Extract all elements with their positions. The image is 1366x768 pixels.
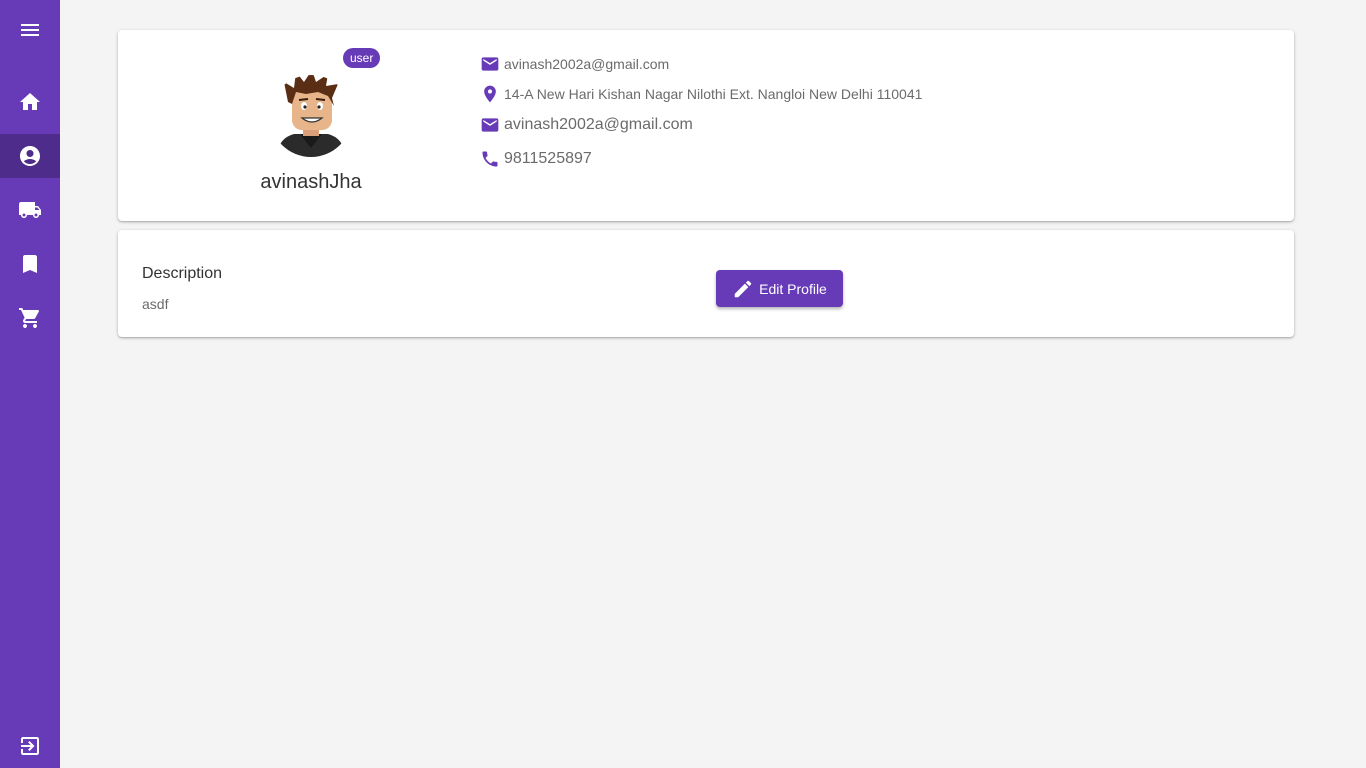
phone-icon — [482, 151, 498, 167]
logout-button[interactable] — [0, 724, 60, 768]
phone-text: 9811525897 — [504, 150, 592, 167]
description-text: asdf — [142, 296, 169, 312]
username: avinashJha — [260, 171, 362, 193]
sidebar-item-delivery[interactable] — [0, 188, 60, 232]
avatar — [270, 75, 352, 157]
sidebar-item-home[interactable] — [0, 80, 60, 124]
phone-row: 9811525897 — [480, 149, 592, 169]
email-icon — [481, 57, 499, 71]
email-row: avinash2002a@gmail.com — [480, 54, 669, 74]
truck-icon — [19, 202, 41, 218]
location-pin-icon — [484, 85, 496, 103]
edit-profile-button[interactable]: Edit Profile — [716, 270, 843, 307]
sidebar-item-cart[interactable] — [0, 296, 60, 340]
cart-icon — [19, 308, 40, 328]
address-text: 14-A New Hari Kishan Nagar Nilothi Ext. … — [504, 86, 923, 102]
sidebar-item-profile[interactable] — [0, 134, 60, 178]
menu-button[interactable] — [0, 8, 60, 52]
home-icon — [20, 93, 40, 110]
email-text: avinash2002a@gmail.com — [504, 56, 670, 72]
pencil-icon — [734, 280, 752, 297]
bookmark-icon — [23, 255, 37, 273]
sidebar — [0, 0, 60, 768]
role-badge: user — [343, 48, 381, 68]
contact-email-text: avinash2002a@gmail.com — [504, 116, 693, 133]
contact-email-row: avinash2002a@gmail.com — [480, 115, 693, 135]
account-circle-icon — [20, 146, 40, 166]
description-card — [118, 230, 1294, 337]
address-row: 14-A New Hari Kishan Nagar Nilothi Ext. … — [480, 84, 922, 104]
logout-icon — [21, 737, 39, 755]
sidebar-item-bookmarks[interactable] — [0, 242, 60, 286]
menu-icon — [21, 24, 39, 36]
edit-profile-label: Edit Profile — [759, 280, 827, 297]
email-icon — [481, 118, 499, 132]
description-title: Description — [142, 265, 223, 282]
